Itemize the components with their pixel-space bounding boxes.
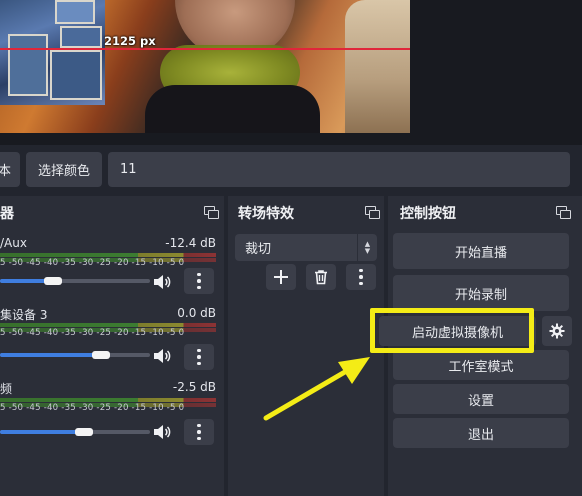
channel-menu-button[interactable] bbox=[184, 268, 214, 294]
transition-select-value: 裁切 bbox=[245, 242, 272, 257]
toolbar-partial-button[interactable]: 本 bbox=[0, 152, 20, 187]
channel-db: -12.4 dB bbox=[165, 236, 216, 250]
start-record-button[interactable]: 开始录制 bbox=[393, 275, 569, 311]
channel-menu-button[interactable] bbox=[184, 419, 214, 445]
annotation-highlight-box bbox=[370, 308, 534, 353]
transition-select[interactable]: 裁切 ▲ ▼ bbox=[235, 234, 377, 261]
transitions-title: 转场特效 bbox=[238, 206, 294, 222]
speaker-icon[interactable] bbox=[152, 424, 172, 440]
mixer-float-icon[interactable] bbox=[204, 206, 219, 219]
scene-preview[interactable]: 2125 px bbox=[0, 0, 410, 133]
volume-slider-fill bbox=[0, 430, 84, 434]
channel-name: 频 bbox=[0, 382, 13, 396]
alignment-guide-line bbox=[0, 48, 410, 50]
speaker-icon[interactable] bbox=[152, 348, 172, 364]
start-stream-label: 开始直播 bbox=[454, 245, 507, 261]
transitions-float-icon[interactable] bbox=[365, 206, 380, 219]
speaker-icon[interactable] bbox=[152, 274, 172, 290]
controls-title: 控制按钮 bbox=[400, 206, 456, 222]
level-meter bbox=[0, 323, 216, 327]
chevron-updown-icon: ▲ ▼ bbox=[357, 234, 377, 261]
virtual-camera-settings-button[interactable] bbox=[542, 316, 572, 346]
trash-icon bbox=[315, 270, 327, 285]
channel-name: /Aux bbox=[0, 236, 27, 250]
select-color-label: 选择颜色 bbox=[38, 164, 91, 179]
channel-db: -2.5 dB bbox=[172, 380, 216, 394]
meter-scale: -55 -50 -45 -40 -35 -30 -25 -20 -15 -10 … bbox=[0, 328, 185, 338]
channel-db: 0.0 dB bbox=[177, 306, 216, 320]
start-record-label: 开始录制 bbox=[454, 287, 507, 303]
exit-button[interactable]: 退出 bbox=[393, 418, 569, 448]
transition-menu-button[interactable] bbox=[346, 264, 376, 290]
plus-icon bbox=[274, 270, 288, 284]
guide-distance-label: 2125 px bbox=[104, 34, 156, 48]
level-meter bbox=[0, 398, 216, 402]
toolbar-partial-label: 本 bbox=[0, 164, 12, 179]
channel-menu-button[interactable] bbox=[184, 344, 214, 370]
meter-scale: -55 -50 -45 -40 -35 -30 -25 -20 -15 -10 … bbox=[0, 258, 185, 268]
shirt-image bbox=[145, 85, 320, 133]
volume-slider-handle[interactable] bbox=[92, 351, 110, 359]
volume-slider-fill bbox=[0, 353, 101, 357]
select-color-button[interactable]: 选择颜色 bbox=[26, 152, 102, 187]
plush-doll-image bbox=[345, 0, 410, 133]
start-stream-button[interactable]: 开始直播 bbox=[393, 233, 569, 269]
studio-mode-button[interactable]: 工作室模式 bbox=[393, 350, 569, 380]
gear-icon bbox=[549, 323, 565, 339]
volume-slider-handle[interactable] bbox=[75, 428, 93, 436]
meter-scale: -55 -50 -45 -40 -35 -30 -25 -20 -15 -10 … bbox=[0, 403, 185, 413]
volume-slider-handle[interactable] bbox=[44, 277, 62, 285]
exit-label: 退出 bbox=[467, 427, 494, 443]
card-collage-image bbox=[0, 0, 105, 105]
settings-label: 设置 bbox=[467, 393, 494, 409]
value-field[interactable]: 11 bbox=[108, 152, 570, 187]
value-field-text: 11 bbox=[120, 162, 137, 177]
level-meter bbox=[0, 253, 216, 257]
controls-float-icon[interactable] bbox=[556, 206, 571, 219]
studio-mode-label: 工作室模式 bbox=[448, 359, 514, 375]
channel-name: 集设备 3 bbox=[0, 308, 48, 322]
mixer-title: 器 bbox=[0, 206, 14, 222]
add-transition-button[interactable] bbox=[266, 264, 296, 290]
remove-transition-button[interactable] bbox=[306, 264, 336, 290]
settings-button[interactable]: 设置 bbox=[393, 384, 569, 414]
